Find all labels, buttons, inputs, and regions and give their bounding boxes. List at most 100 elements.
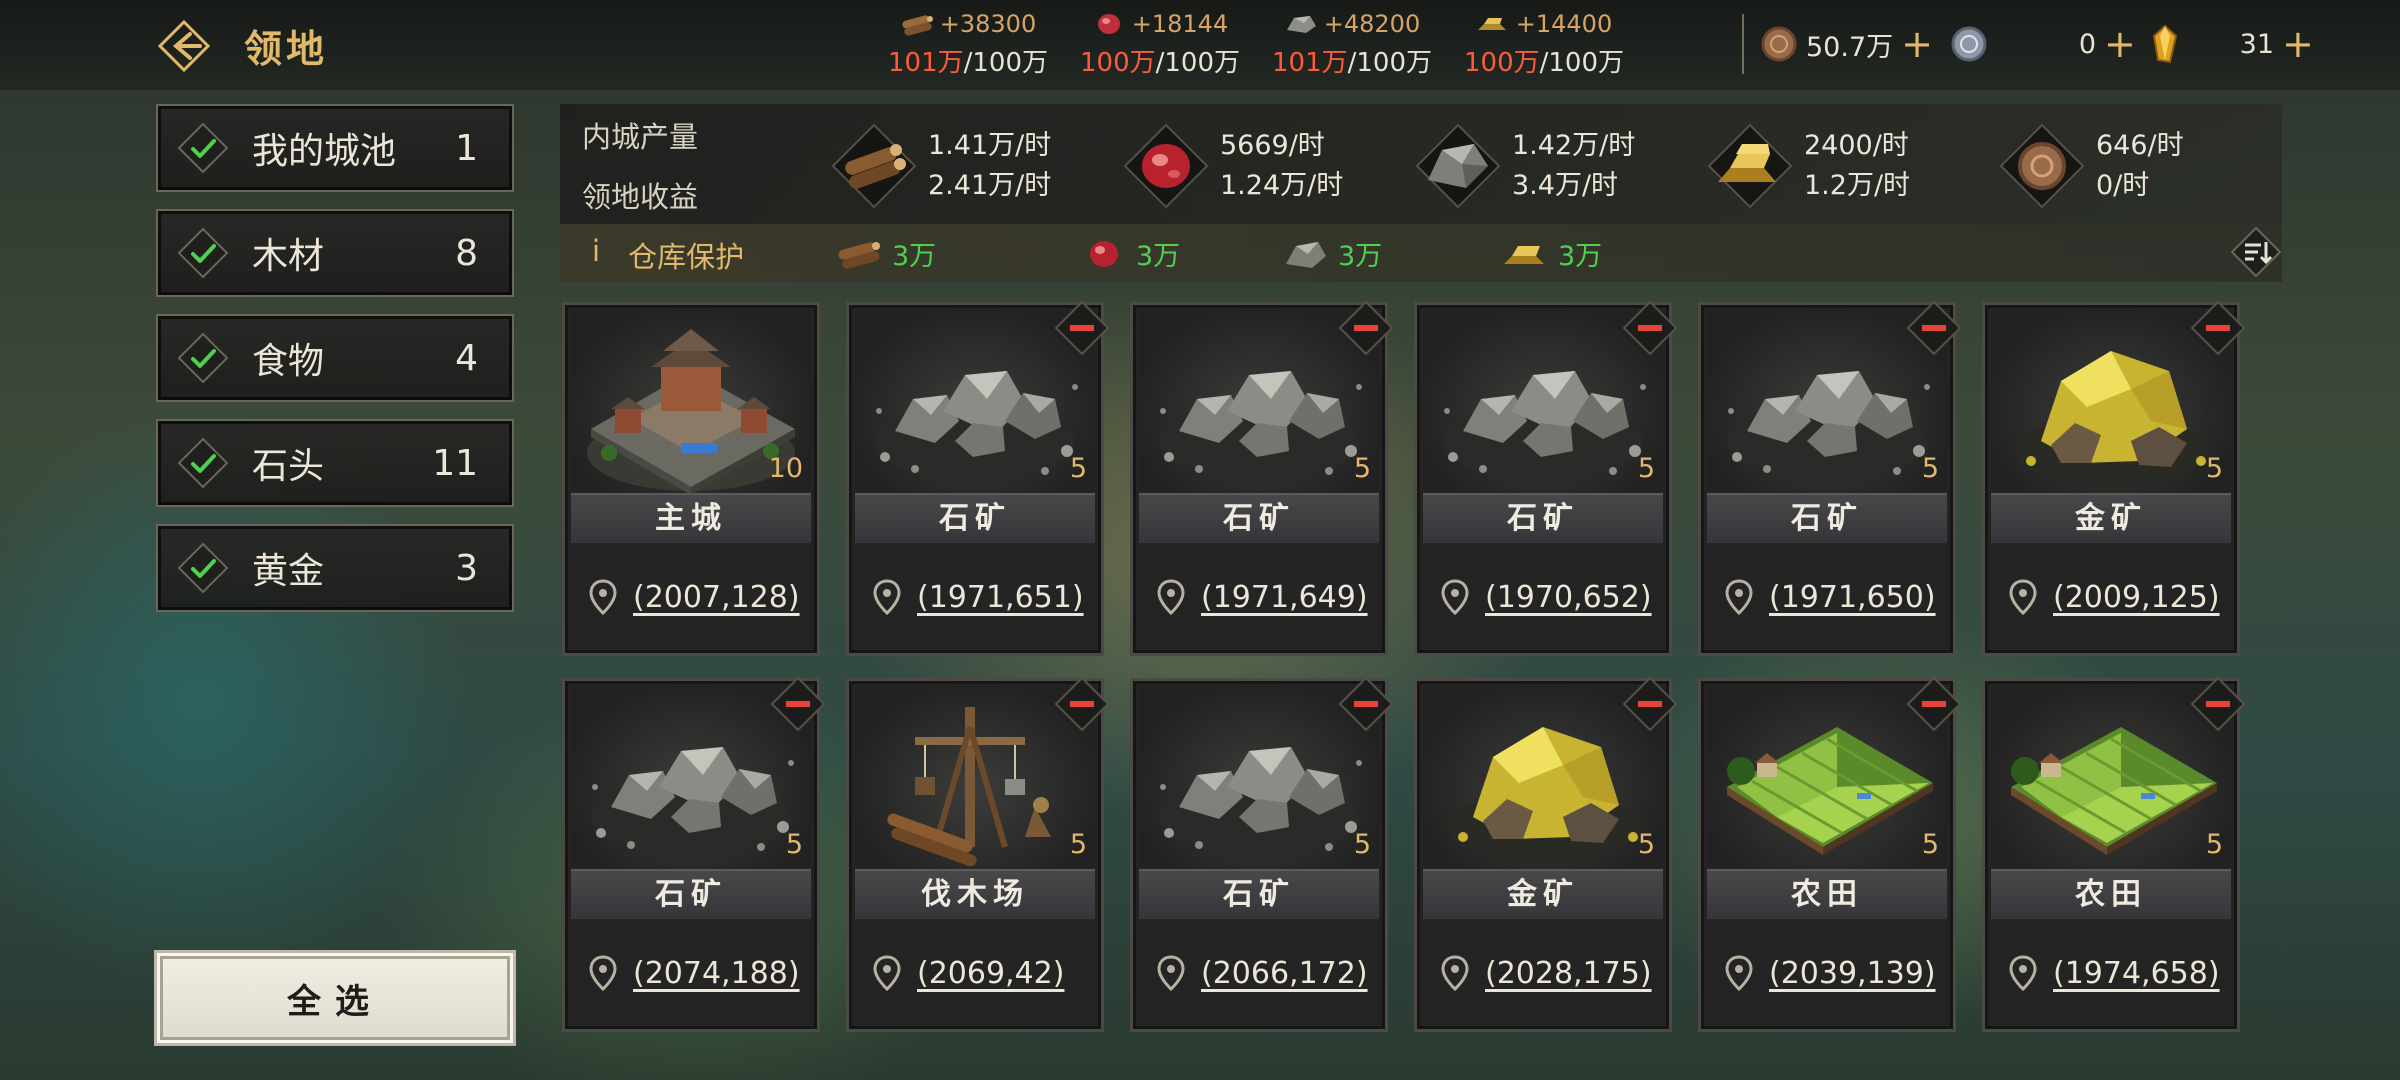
location-pin-icon [873,955,901,991]
coordinate-link[interactable]: (1974,658) [2053,956,2220,991]
coordinate-link[interactable]: (1970,652) [1485,580,1652,615]
protect-value: 3万 [1558,241,1603,272]
filter-gold[interactable]: 黄金 3 [156,524,514,612]
warehouse-protection-label[interactable]: i 仓库保护 [592,234,744,276]
remove-button[interactable] [1621,299,1679,357]
minus-icon [1338,676,1394,732]
territory-card[interactable]: 5 石矿 (2074,188) [562,676,826,1032]
sort-icon [2230,226,2282,278]
crystal-icon [2152,24,2178,64]
card-coordinates[interactable]: (1970,652) [1423,549,1663,645]
card-coordinates[interactable]: (2074,188) [571,925,811,1021]
gold-icon [1504,245,1544,264]
sort-button[interactable] [2230,226,2282,278]
card-coordinates[interactable]: (2009,125) [1991,549,2231,645]
resource-cap-stone: +48200 101万/100万 [1252,10,1452,79]
filter-my-city[interactable]: 我的城池 1 [156,104,514,192]
remove-button[interactable] [2189,299,2247,357]
resource-current: 100万 [1463,48,1540,78]
territory-card[interactable]: 5 农田 (2039,139) [1698,676,1962,1032]
card-coordinates[interactable]: (2066,172) [1139,925,1379,1021]
coordinate-link[interactable]: (2039,139) [1769,956,1936,991]
checkbox-icon [176,226,230,280]
coordinate-link[interactable]: (2066,172) [1201,956,1368,991]
remove-button[interactable] [1053,299,1111,357]
add-copper-button[interactable]: + [1901,25,1933,63]
territory-card[interactable]: 5 农田 (1974,658) [1982,676,2246,1032]
filter-food[interactable]: 食物 4 [156,314,514,402]
select-all-button[interactable]: 全选 [154,950,516,1046]
page-title: 领地 [244,27,329,71]
territory-card[interactable]: 5 石矿 (2066,172) [1130,676,1394,1032]
coordinate-link[interactable]: (2028,175) [1485,956,1652,991]
resource-max: /100万 [1347,48,1433,78]
remove-button[interactable] [1337,299,1395,357]
territory-card[interactable]: 5 石矿 (1971,651) [846,300,1110,656]
remove-button[interactable] [2189,675,2247,733]
filter-count: 3 [455,547,478,589]
card-coordinates[interactable]: (2007,128) [571,549,811,645]
production-gold: 2400/时 1.2万/时 [1706,116,1910,216]
inner-output: 1.42万/时 [1512,130,1636,161]
location-pin-icon [1725,955,1753,991]
card-level: 5 [1921,829,1939,860]
card-coordinates[interactable]: (1971,649) [1139,549,1379,645]
territory-card[interactable]: 5 石矿 (1971,650) [1698,300,1962,656]
filter-stone[interactable]: 石头 11 [156,419,514,507]
filter-wood[interactable]: 木材 8 [156,209,514,297]
coordinate-link[interactable]: (1971,651) [917,580,1084,615]
territory-card[interactable]: 5 金矿 (2009,125) [1982,300,2246,656]
territory-card[interactable]: 10 主城 (2007,128) [562,302,820,656]
coordinate-link[interactable]: (2069,42) [917,956,1064,991]
card-level: 5 [785,829,803,860]
add-silver-button[interactable]: + [2104,25,2136,63]
card-level: 5 [1069,453,1087,484]
card-coordinates[interactable]: (1971,650) [1707,549,1947,645]
coordinate-link[interactable]: (1971,650) [1769,580,1936,615]
resource-cap-meat: +18144 100万/100万 [1060,10,1260,79]
card-name: 金矿 [1991,493,2231,543]
location-pin-icon [2009,955,2037,991]
card-coordinates[interactable]: (1971,651) [855,549,1095,645]
stone-icon [1286,16,1316,33]
inner-output: 1.41万/时 [928,130,1052,161]
territory-card[interactable]: 5 伐木场 (2069,42) [846,676,1110,1032]
copper-coin-icon [1761,26,1797,62]
remove-button[interactable] [1905,675,1963,733]
card-name: 农田 [1707,869,1947,919]
card-coordinates[interactable]: (2069,42) [855,925,1095,1021]
resource-max: /100万 [1539,48,1625,78]
card-level: 5 [2205,453,2223,484]
back-button[interactable] [156,18,212,74]
remove-button[interactable] [769,675,827,733]
filter-label: 黄金 [252,551,325,592]
inner-output: 646/时 [2096,130,2184,161]
currency-copper: 50.7万 + [1760,22,1933,66]
remove-button[interactable] [1337,675,1395,733]
card-coordinates[interactable]: (2028,175) [1423,925,1663,1021]
card-name: 石矿 [1139,493,1379,543]
minus-icon [770,676,826,732]
copper-coin-icon [2018,142,2066,190]
add-crystal-button[interactable]: + [2282,25,2314,63]
coordinate-link[interactable]: (1971,649) [1201,580,1368,615]
coordinate-link[interactable]: (2009,125) [2053,580,2220,615]
remove-button[interactable] [1053,675,1111,733]
coordinate-link[interactable]: (2074,188) [633,956,800,991]
card-coordinates[interactable]: (1974,658) [1991,925,2231,1021]
card-level: 5 [1637,453,1655,484]
territory-card[interactable]: 5 金矿 (2028,175) [1414,676,1678,1032]
protect-wood: 3万 [836,234,936,273]
currency-value: 50.7万 [1806,31,1894,63]
coordinate-link[interactable]: (2007,128) [633,580,800,615]
territory-card[interactable]: 5 石矿 (1970,652) [1414,300,1678,656]
territory-card[interactable]: 5 石矿 (1971,649) [1130,300,1394,656]
protect-value: 3万 [1136,241,1181,272]
minus-icon [1054,300,1110,356]
resource-current: 100万 [1079,48,1156,78]
minus-icon [2190,300,2246,356]
remove-button[interactable] [1621,675,1679,733]
remove-button[interactable] [1905,299,1963,357]
location-pin-icon [1441,955,1469,991]
card-coordinates[interactable]: (2039,139) [1707,925,1947,1021]
